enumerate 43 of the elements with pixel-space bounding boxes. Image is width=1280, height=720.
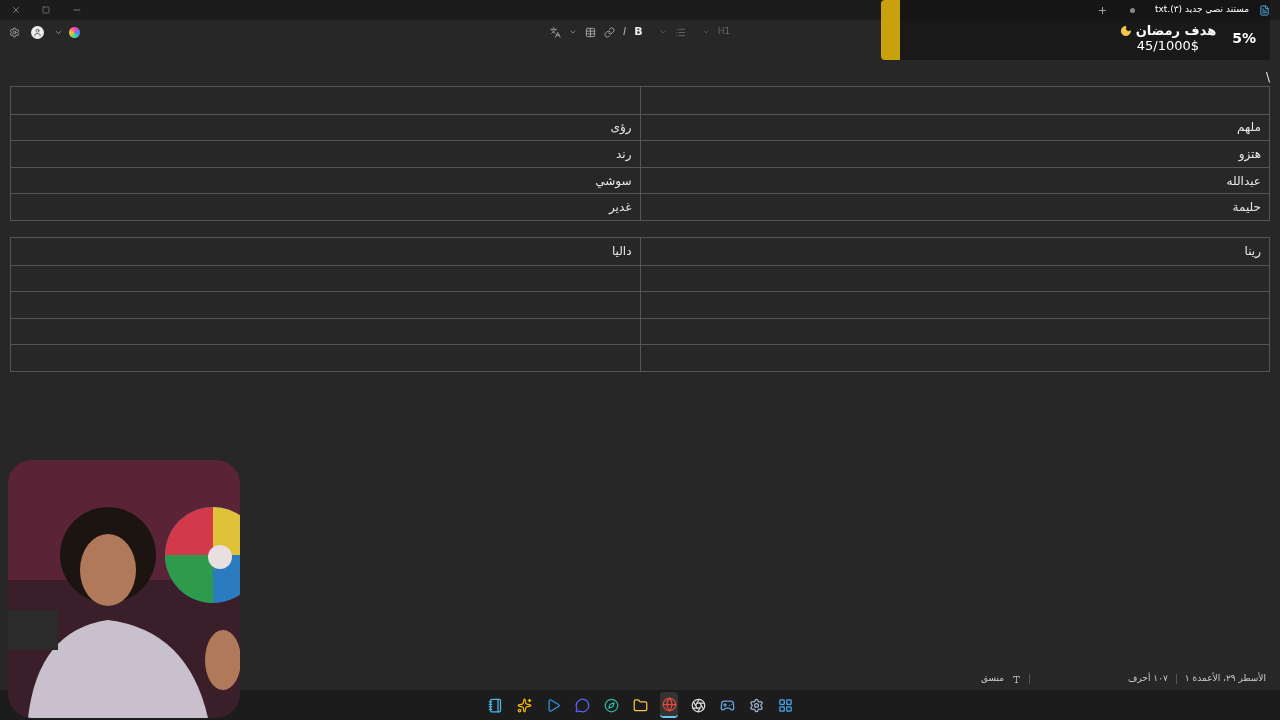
table-cell-text: رؤى — [610, 119, 632, 137]
table-cell-text: سوشي — [595, 172, 632, 190]
table-cell-text: ملهم — [1237, 119, 1261, 137]
table-cell-text: حليمة — [1232, 199, 1261, 217]
cursor-position: الأسطر ٢٩، الأعمدة ١ — [1184, 672, 1266, 686]
browser-icon — [603, 697, 619, 713]
crescent-icon — [1119, 24, 1132, 37]
list-icon[interactable] — [674, 26, 686, 38]
taskbar-item[interactable] — [660, 692, 678, 718]
notepad-icon — [487, 697, 503, 713]
table-cell-text: رينا — [1244, 243, 1261, 261]
game-store-icon — [719, 697, 735, 713]
italic-button[interactable]: I — [623, 23, 627, 41]
goal-title: هدف رمضان — [1135, 23, 1217, 38]
media-player-icon — [545, 697, 561, 713]
table-cell-text: داليا — [611, 243, 632, 261]
notepad-icon — [1259, 4, 1270, 16]
caret-icon[interactable] — [569, 28, 577, 36]
goal-amount: 45/1000$ — [1136, 38, 1200, 53]
format-icon — [1012, 674, 1022, 684]
goal-accent-bar — [881, 0, 900, 60]
start-icon — [777, 697, 793, 713]
bold-button[interactable]: B — [634, 23, 643, 41]
chat-app-icon — [574, 697, 590, 713]
new-tab-icon[interactable] — [1096, 4, 1108, 16]
tab-title[interactable]: مستند نصي جديد (٣).txt — [1154, 3, 1249, 17]
format-status[interactable]: منسق — [981, 672, 1005, 686]
table-cell-text: غدير — [608, 199, 632, 217]
settings-icon[interactable] — [9, 26, 20, 38]
link-icon[interactable] — [604, 26, 615, 38]
goal-percent: 5% — [1232, 28, 1256, 48]
table-cell-text: هتزو — [1238, 146, 1261, 163]
table-cell-text: رند — [616, 146, 632, 163]
table-icon[interactable] — [585, 26, 596, 38]
browser-icon — [661, 696, 677, 712]
folder-icon — [632, 697, 648, 713]
close-icon[interactable] — [11, 5, 21, 15]
table-cell-text: عبدالله — [1226, 172, 1261, 190]
text-line: \ — [1265, 69, 1270, 86]
recorder-icon — [690, 697, 706, 713]
settings-icon — [748, 697, 764, 713]
profile-icon[interactable] — [31, 25, 44, 39]
character-count: ١٠٧ أحرف — [1128, 672, 1168, 686]
